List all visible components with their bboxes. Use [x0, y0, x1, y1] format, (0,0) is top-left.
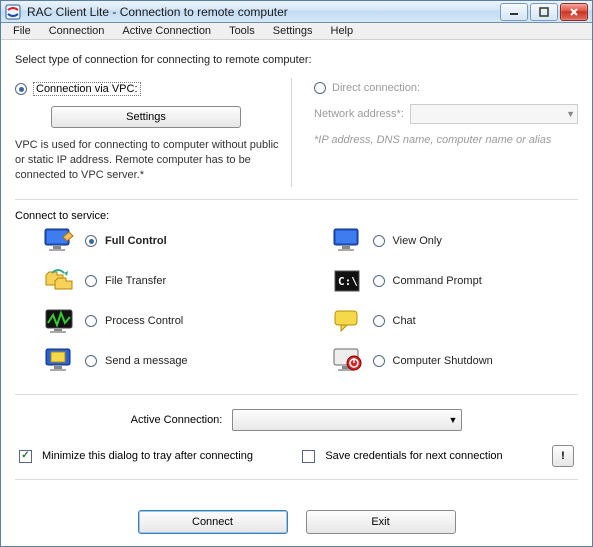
- power-monitor-icon: [331, 347, 365, 375]
- services-grid: Full Control View Only: [15, 222, 578, 382]
- separator: [15, 479, 578, 480]
- options-row: Minimize this dialog to tray after conne…: [15, 445, 578, 467]
- active-connection-row: Active Connection: ▼: [15, 409, 578, 431]
- connection-type-row: Connection via VPC: Settings VPC is used…: [15, 78, 578, 187]
- service-process-control[interactable]: Process Control: [19, 304, 287, 338]
- separator: [15, 394, 578, 395]
- close-button[interactable]: [560, 3, 588, 21]
- vpc-note: VPC is used for connecting to computer w…: [15, 138, 279, 183]
- menubar: File Connection Active Connection Tools …: [1, 23, 592, 40]
- service-send-message[interactable]: Send a message: [19, 344, 287, 378]
- radio-icon: [373, 235, 385, 247]
- network-address-combo[interactable]: ▼: [410, 104, 578, 124]
- network-address-label: Network address*:: [314, 108, 404, 120]
- minimize-button[interactable]: [500, 3, 528, 21]
- direct-radio[interactable]: Direct connection:: [314, 82, 578, 94]
- radio-icon: [85, 315, 97, 327]
- direct-panel: Direct connection: Network address*: ▼ *…: [302, 78, 578, 187]
- radio-icon: [373, 355, 385, 367]
- connect-label: Connect: [192, 516, 233, 528]
- content-area: Select type of connection for connecting…: [1, 40, 592, 546]
- service-computer-shutdown[interactable]: Computer Shutdown: [307, 344, 575, 378]
- monitor-hand-icon: [43, 227, 77, 255]
- process-monitor-icon: [43, 307, 77, 335]
- active-connection-label: Active Connection:: [131, 414, 223, 426]
- exit-label: Exit: [371, 516, 389, 528]
- command-prompt-icon: C:\: [331, 267, 365, 295]
- app-icon: [5, 4, 21, 20]
- active-connection-combo[interactable]: ▼: [232, 409, 462, 431]
- service-label: Process Control: [105, 315, 183, 327]
- separator: [15, 199, 578, 200]
- service-label: View Only: [393, 235, 442, 247]
- exit-button[interactable]: Exit: [306, 510, 456, 534]
- folders-transfer-icon: [43, 267, 77, 295]
- service-label: Full Control: [105, 235, 167, 247]
- direct-radio-label: Direct connection:: [332, 82, 420, 94]
- chat-bubble-icon: [331, 307, 365, 335]
- radio-icon: [373, 315, 385, 327]
- menu-active-connection[interactable]: Active Connection: [114, 23, 219, 39]
- monitor-icon: [331, 227, 365, 255]
- minimize-label: Minimize this dialog to tray after conne…: [42, 450, 253, 462]
- exclamation-icon: !: [561, 450, 565, 462]
- service-file-transfer[interactable]: File Transfer: [19, 264, 287, 298]
- services-label: Connect to service:: [15, 210, 578, 222]
- service-label: Command Prompt: [393, 275, 482, 287]
- chevron-down-icon: ▼: [448, 415, 457, 425]
- vpc-settings-button[interactable]: Settings: [51, 106, 241, 128]
- vpc-panel: Connection via VPC: Settings VPC is used…: [15, 78, 292, 187]
- radio-icon: [85, 275, 97, 287]
- menu-help[interactable]: Help: [323, 23, 362, 39]
- titlebar: RAC Client Lite - Connection to remote c…: [1, 1, 592, 23]
- service-view-only[interactable]: View Only: [307, 224, 575, 258]
- radio-icon: [373, 275, 385, 287]
- service-label: File Transfer: [105, 275, 166, 287]
- vpc-settings-label: Settings: [126, 111, 166, 123]
- menu-connection[interactable]: Connection: [41, 23, 113, 39]
- menu-file[interactable]: File: [5, 23, 39, 39]
- svg-text:C:\: C:\: [338, 275, 358, 288]
- service-label: Send a message: [105, 355, 188, 367]
- instruction-text: Select type of connection for connecting…: [15, 54, 578, 66]
- minimize-checkbox[interactable]: [19, 450, 32, 463]
- radio-icon: [314, 82, 326, 94]
- window-title: RAC Client Lite - Connection to remote c…: [27, 5, 500, 19]
- service-full-control[interactable]: Full Control: [19, 224, 287, 258]
- save-credentials-label: Save credentials for next connection: [325, 450, 502, 462]
- vpc-radio[interactable]: Connection via VPC:: [15, 82, 279, 96]
- info-button[interactable]: !: [552, 445, 574, 467]
- action-buttons: Connect Exit: [15, 510, 578, 534]
- save-credentials-checkbox[interactable]: [302, 450, 315, 463]
- service-chat[interactable]: Chat: [307, 304, 575, 338]
- radio-icon: [85, 235, 97, 247]
- message-monitor-icon: [43, 347, 77, 375]
- maximize-button[interactable]: [530, 3, 558, 21]
- direct-hint: *IP address, DNS name, computer name or …: [314, 134, 578, 146]
- menu-tools[interactable]: Tools: [221, 23, 263, 39]
- service-label: Chat: [393, 315, 416, 327]
- menu-settings[interactable]: Settings: [265, 23, 321, 39]
- window-controls: [500, 3, 588, 21]
- service-label: Computer Shutdown: [393, 355, 493, 367]
- radio-icon: [85, 355, 97, 367]
- app-window: RAC Client Lite - Connection to remote c…: [0, 0, 593, 547]
- chevron-down-icon: ▼: [566, 109, 575, 119]
- vpc-radio-label: Connection via VPC:: [33, 82, 141, 96]
- connect-button[interactable]: Connect: [138, 510, 288, 534]
- service-command-prompt[interactable]: C:\ Command Prompt: [307, 264, 575, 298]
- radio-icon: [15, 83, 27, 95]
